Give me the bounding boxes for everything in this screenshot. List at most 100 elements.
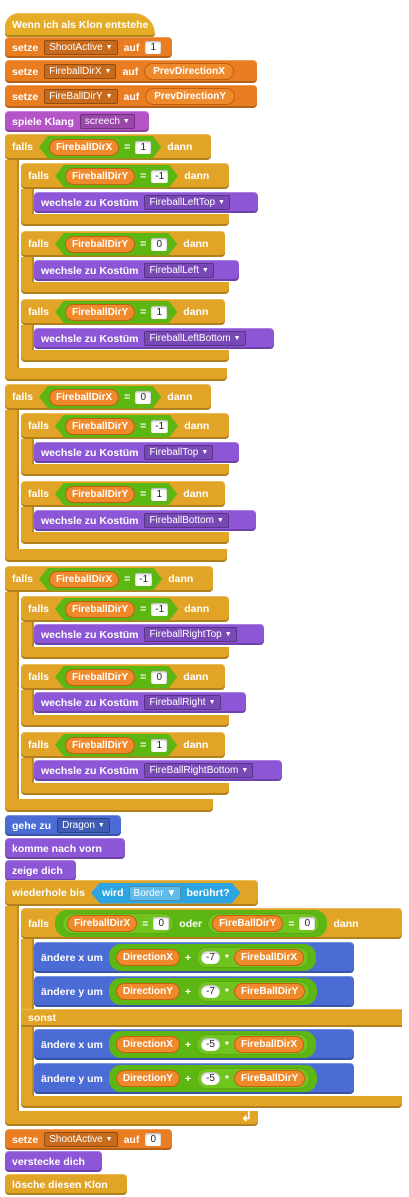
if-fireballdiry-eq-minus1-block[interactable]: falls FireballDirY = -1 dann (21, 163, 229, 189)
set-fireballdiry-block[interactable]: setze FireBallDirY ▼ auf PrevDirectionY (5, 85, 257, 108)
if-fireballdiry-eq-minus1-block[interactable]: falls FireballDirY = -1 dann (21, 596, 229, 622)
if-fireballdiry-eq-1-block[interactable]: falls FireballDirY = 1 dann (21, 299, 225, 325)
prev-direction-x-reporter[interactable]: PrevDirectionX (144, 63, 234, 80)
if-fireballdiry-eq-1-block[interactable]: falls FireballDirY = 1 dann (21, 732, 225, 758)
costume-dropdown[interactable]: FireBallRightBottom ▼ (144, 763, 254, 778)
switch-costume-block[interactable]: wechsle zu Kostüm FireballLeftTop ▼ (34, 192, 258, 213)
value-input[interactable]: -1 (151, 603, 168, 616)
fireballdirx-reporter[interactable]: FireballDirX (49, 139, 119, 156)
if-fireballdiry-eq-0-block[interactable]: falls FireballDirY = 0 dann (21, 231, 225, 257)
touching-predicate[interactable]: wird Border ▼ berührt? (91, 883, 241, 904)
multiply-operator[interactable]: -7 * FireballDirX (196, 947, 310, 968)
equals-predicate[interactable]: FireballDirY = 1 (55, 301, 177, 324)
equals-predicate[interactable]: FireballDirY = 1 (55, 483, 177, 506)
fireballdiry-reporter[interactable]: FireballDirY (65, 236, 135, 253)
switch-costume-block[interactable]: wechsle zu Kostüm FireBallRightBottom ▼ (34, 760, 282, 781)
fireballdiry-reporter[interactable]: FireBallDirY (212, 915, 284, 932)
value-input[interactable]: 1 (151, 306, 167, 319)
value-input[interactable]: -5 (201, 1072, 220, 1085)
add-operator[interactable]: DirectionY + -5 * FireBallDirY (108, 1065, 318, 1092)
value-input[interactable]: 1 (151, 488, 167, 501)
multiply-operator[interactable]: -5 * FireballDirX (196, 1034, 310, 1055)
fireballdirx-reporter[interactable]: FireballDirX (67, 915, 138, 932)
equals-operator[interactable]: FireBallDirY = 0 (207, 913, 321, 934)
show-block[interactable]: zeige dich (5, 860, 76, 881)
fireballdiry-reporter[interactable]: FireballDirY (65, 669, 135, 686)
fireballdiry-reporter[interactable]: FireballDirY (65, 486, 135, 503)
play-sound-block[interactable]: spiele Klang screech ▼ (5, 111, 149, 132)
switch-costume-block[interactable]: wechsle zu Kostüm FireballRight ▼ (34, 692, 246, 713)
variable-dropdown[interactable]: FireballDirX ▼ (44, 64, 117, 79)
equals-predicate[interactable]: FireballDirY = 0 (55, 666, 177, 689)
costume-dropdown[interactable]: FireballBottom ▼ (144, 513, 229, 528)
if-else-block[interactable]: falls FireballDirX = 0 oder FireBallDirY… (21, 908, 402, 939)
value-input[interactable]: -7 (201, 951, 220, 964)
equals-operator[interactable]: FireballDirX = 0 (62, 913, 175, 934)
equals-predicate[interactable]: FireballDirY = -1 (55, 598, 178, 621)
directiony-reporter[interactable]: DirectionY (115, 1070, 180, 1087)
fireballdiry-reporter[interactable]: FireballDirY (65, 601, 135, 618)
add-operator[interactable]: DirectionY + -7 * FireBallDirY (108, 978, 318, 1005)
fireballdiry-reporter[interactable]: FireballDirY (65, 418, 135, 435)
costume-dropdown[interactable]: FireballRight ▼ (144, 695, 221, 710)
set-fireballdirx-block[interactable]: setze FireballDirX ▼ auf PrevDirectionX (5, 60, 257, 83)
fireballdirx-reporter[interactable]: FireballDirX (49, 389, 119, 406)
costume-dropdown[interactable]: FireballLeftTop ▼ (144, 195, 230, 210)
set-shootactive-block[interactable]: setze ShootActive ▼ auf 0 (5, 1129, 172, 1150)
touching-target-dropdown[interactable]: Border ▼ (129, 886, 182, 901)
equals-predicate[interactable]: FireballDirY = 1 (55, 734, 177, 757)
repeat-until-block[interactable]: wiederhole bis wird Border ▼ berührt? (5, 880, 258, 906)
or-operator[interactable]: FireballDirX = 0 oder FireBallDirY = 0 (55, 910, 328, 937)
equals-predicate[interactable]: FireballDirY = 0 (55, 233, 177, 256)
costume-dropdown[interactable]: FireballLeftBottom ▼ (144, 331, 246, 346)
if-fireballdirx-eq-0-block[interactable]: falls FireballDirX = 0 dann (5, 384, 211, 410)
value-input[interactable]: 0 (151, 238, 167, 251)
value-input[interactable]: -5 (201, 1038, 220, 1051)
change-y-block[interactable]: ändere y um DirectionY + -7 * FireBallDi… (34, 976, 354, 1007)
directiony-reporter[interactable]: DirectionY (115, 983, 180, 1000)
add-operator[interactable]: DirectionX + -5 * FireballDirX (108, 1031, 317, 1058)
hide-block[interactable]: verstecke dich (5, 1151, 102, 1172)
value-input[interactable]: 0 (151, 671, 167, 684)
value-input[interactable]: 0 (153, 917, 170, 930)
change-x-block[interactable]: ändere x um DirectionX + -7 * FireballDi… (34, 942, 354, 973)
directionx-reporter[interactable]: DirectionX (115, 1036, 180, 1053)
if-fireballdiry-eq-1-block[interactable]: falls FireballDirY = 1 dann (21, 481, 225, 507)
fireballdirx-reporter[interactable]: FireballDirX (49, 571, 119, 588)
value-input[interactable]: 1 (145, 41, 162, 54)
delete-clone-block[interactable]: lösche diesen Klon (5, 1174, 127, 1195)
go-to-front-block[interactable]: komme nach vorn (5, 838, 125, 859)
fireballdiry-reporter[interactable]: FireballDirY (65, 168, 135, 185)
value-input[interactable]: 1 (135, 141, 151, 154)
if-fireballdirx-eq-1-block[interactable]: falls FireballDirX = 1 dann (5, 134, 211, 160)
switch-costume-block[interactable]: wechsle zu Kostüm FireballRightTop ▼ (34, 624, 264, 645)
equals-predicate[interactable]: FireballDirY = -1 (55, 415, 178, 438)
fireballdirx-reporter[interactable]: FireballDirX (234, 1036, 305, 1053)
if-fireballdiry-eq-minus1-block[interactable]: falls FireballDirY = -1 dann (21, 413, 229, 439)
costume-dropdown[interactable]: FireballLeft ▼ (144, 263, 214, 278)
sound-dropdown[interactable]: screech ▼ (79, 114, 135, 129)
go-to-block[interactable]: gehe zu Dragon ▼ (5, 815, 121, 836)
prev-direction-y-reporter[interactable]: PrevDirectionY (145, 88, 235, 105)
equals-predicate[interactable]: FireballDirX = -1 (39, 568, 162, 591)
equals-predicate[interactable]: FireballDirX = 0 (39, 386, 161, 409)
value-input[interactable]: 1 (151, 739, 167, 752)
costume-dropdown[interactable]: FireballRightTop ▼ (144, 627, 237, 642)
value-input[interactable]: -1 (135, 573, 152, 586)
equals-predicate[interactable]: FireballDirY = -1 (55, 165, 178, 188)
equals-predicate[interactable]: FireballDirX = 1 (39, 136, 161, 159)
add-operator[interactable]: DirectionX + -7 * FireballDirX (108, 944, 317, 971)
fireballdirx-reporter[interactable]: FireballDirX (234, 949, 305, 966)
variable-dropdown[interactable]: ShootActive ▼ (44, 1132, 118, 1147)
switch-costume-block[interactable]: wechsle zu Kostüm FireballTop ▼ (34, 442, 239, 463)
if-fireballdirx-eq-minus1-block[interactable]: falls FireballDirX = -1 dann (5, 566, 213, 592)
variable-dropdown[interactable]: ShootActive ▼ (44, 40, 118, 55)
variable-dropdown[interactable]: FireBallDirY ▼ (44, 89, 118, 104)
directionx-reporter[interactable]: DirectionX (115, 949, 180, 966)
fireballdiry-reporter[interactable]: FireballDirY (65, 737, 135, 754)
fireballdiry-reporter[interactable]: FireballDirY (65, 304, 135, 321)
value-input[interactable]: -1 (151, 420, 168, 433)
target-dropdown[interactable]: Dragon ▼ (57, 818, 110, 833)
change-y-block[interactable]: ändere y um DirectionY + -5 * FireBallDi… (34, 1063, 354, 1094)
when-clone-starts-hat[interactable]: Wenn ich als Klon entstehe (5, 13, 155, 37)
